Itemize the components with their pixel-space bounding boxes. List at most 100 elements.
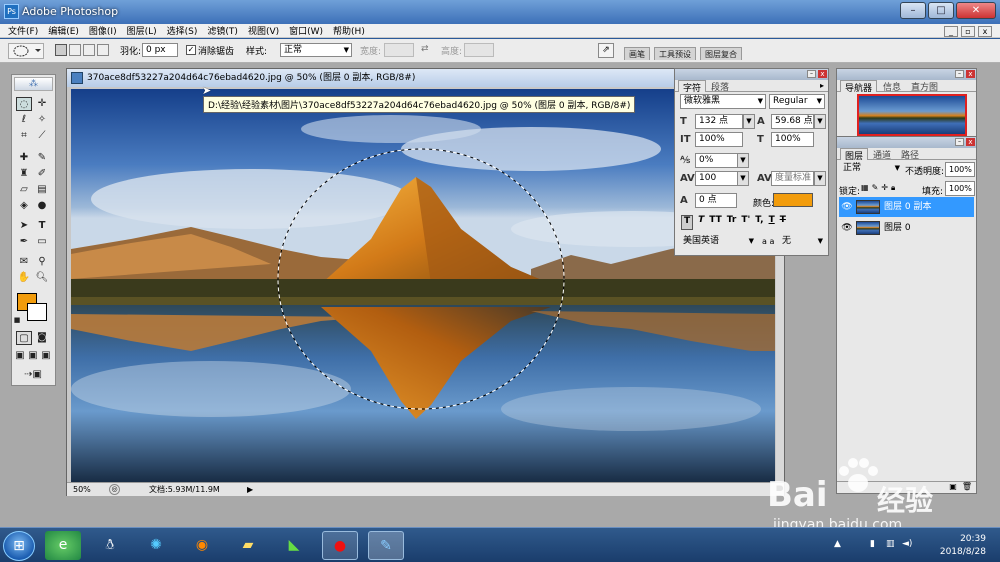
font-style-select[interactable]: Regular ▼: [769, 94, 825, 109]
standard-mode-icon[interactable]: ▢: [16, 331, 32, 345]
kerning-input[interactable]: 100: [695, 171, 743, 186]
menu-edit[interactable]: 编辑(E): [48, 24, 79, 37]
layer-row[interactable]: 👁︎ 图层 0: [839, 218, 974, 238]
menu-view[interactable]: 视图(V): [248, 24, 279, 37]
screen-mode-full-icon[interactable]: ▣: [40, 349, 52, 363]
height-input[interactable]: [464, 43, 494, 57]
history-brush-tool-icon[interactable]: ✐: [34, 167, 50, 181]
delete-layer-icon[interactable]: 🗑︎: [962, 482, 972, 494]
swap-icon[interactable]: ⇄: [421, 44, 429, 54]
well-tab-tool-presets[interactable]: 工具预设: [654, 47, 696, 60]
menu-file[interactable]: 文件(F): [8, 24, 38, 37]
menu-window[interactable]: 窗口(W): [289, 24, 323, 37]
underline-button[interactable]: T: [769, 215, 775, 230]
antialias-checkbox[interactable]: ✓: [186, 45, 196, 55]
tab-paragraph[interactable]: 段落: [707, 80, 733, 93]
image-canvas[interactable]: [71, 89, 775, 482]
minimize-button[interactable]: –: [900, 2, 926, 19]
qq-icon[interactable]: 🐧︎: [92, 531, 128, 560]
tray-expand-icon[interactable]: ▲: [834, 539, 841, 549]
menu-select[interactable]: 选择(S): [167, 24, 198, 37]
font-size-dropdown[interactable]: ▼: [743, 114, 755, 129]
opacity-input[interactable]: 100%: [945, 162, 975, 177]
firefox-icon[interactable]: ◉: [184, 531, 220, 560]
tab-histogram[interactable]: 直方图: [907, 80, 942, 93]
volume-icon[interactable]: ◄): [902, 539, 912, 549]
panel-close-button[interactable]: x: [818, 70, 827, 78]
width-input[interactable]: [384, 43, 414, 57]
intersect-selection-icon[interactable]: [97, 44, 109, 56]
strikethrough-button[interactable]: T: [780, 215, 786, 230]
ie-icon[interactable]: e: [45, 531, 81, 560]
panel-menu-icon[interactable]: ▸: [820, 81, 824, 90]
panel-minimize-button[interactable]: –: [807, 70, 816, 78]
layer-visibility-eye-icon[interactable]: 👁︎: [841, 221, 853, 235]
dodge-tool-icon[interactable]: ●: [34, 199, 50, 213]
horizontal-scale-input[interactable]: 100%: [771, 132, 814, 147]
kerning-method-select[interactable]: 度量标准: [771, 171, 814, 186]
doc-minimize-button[interactable]: _: [944, 26, 958, 37]
media-icon[interactable]: ✺: [138, 531, 174, 560]
menu-filter[interactable]: 滤镜(T): [207, 24, 238, 37]
panel-close-button[interactable]: x: [966, 138, 975, 146]
well-tab-brushes[interactable]: 画笔: [624, 47, 650, 60]
subscript-button[interactable]: T,: [755, 215, 763, 230]
small-caps-button[interactable]: Tr: [727, 215, 737, 230]
menu-image[interactable]: 图像(I): [89, 24, 117, 37]
layer-visibility-eye-icon[interactable]: 👁︎: [841, 200, 853, 214]
fill-input[interactable]: 100%: [945, 181, 975, 196]
background-color-swatch[interactable]: [27, 303, 47, 321]
tab-info[interactable]: 信息: [879, 80, 905, 93]
lock-position-icon[interactable]: ✛: [881, 183, 888, 193]
screen-mode-full-menu-icon[interactable]: ▣: [27, 349, 39, 363]
record-icon[interactable]: ●: [322, 531, 358, 560]
maximize-button[interactable]: □: [928, 2, 954, 19]
gradient-tool-icon[interactable]: ▤: [34, 183, 50, 197]
shape-tool-icon[interactable]: ▭: [34, 235, 50, 249]
photoshop-icon[interactable]: ✎: [368, 531, 404, 560]
healing-brush-tool-icon[interactable]: ✚: [16, 151, 32, 165]
all-caps-button[interactable]: TT: [709, 215, 722, 230]
zoom-icon[interactable]: ◎: [109, 484, 120, 495]
leading-input[interactable]: 59.68 点: [771, 114, 814, 129]
tab-character[interactable]: 字符: [678, 80, 707, 94]
feather-logo-icon[interactable]: ⁂: [14, 77, 53, 91]
blur-tool-icon[interactable]: ◈: [16, 199, 32, 213]
superscript-button[interactable]: T': [741, 215, 750, 230]
lock-image-icon[interactable]: ✎: [872, 183, 879, 193]
text-color-swatch[interactable]: [773, 193, 813, 207]
leading-dropdown[interactable]: ▼: [814, 114, 826, 129]
quick-mask-icon[interactable]: ◙: [34, 331, 50, 345]
panel-minimize-button[interactable]: –: [955, 70, 964, 78]
add-selection-icon[interactable]: [69, 44, 81, 56]
panel-minimize-button[interactable]: –: [955, 138, 964, 146]
lock-all-icon[interactable]: 🔒︎: [891, 183, 895, 193]
notes-tool-icon[interactable]: ✉: [16, 255, 32, 269]
tab-paths[interactable]: 路径: [897, 148, 923, 161]
default-colors-icon[interactable]: ■: [12, 313, 22, 327]
language-select[interactable]: 美国英语 ▼: [680, 235, 756, 250]
zoom-tool-icon[interactable]: 🔍︎: [34, 271, 50, 285]
kerning-method-dropdown[interactable]: ▼: [814, 171, 826, 186]
tab-layers[interactable]: 图层: [840, 148, 869, 162]
file-browser-icon[interactable]: ⇗: [598, 43, 614, 58]
doc-restore-button[interactable]: ▫: [961, 26, 975, 37]
tab-navigator[interactable]: 导航器: [840, 80, 878, 94]
jump-to-imageready-icon[interactable]: ⇢▣: [16, 368, 50, 382]
font-family-select[interactable]: 微软雅黑 ▼: [680, 94, 766, 109]
menu-help[interactable]: 帮助(H): [333, 24, 365, 37]
new-selection-icon[interactable]: [55, 44, 67, 56]
eraser-tool-icon[interactable]: ▱: [16, 183, 32, 197]
zoom-level[interactable]: 50%: [73, 483, 91, 496]
pen-tool-icon[interactable]: ✒: [16, 235, 32, 249]
screen-mode-standard-icon[interactable]: ▣: [14, 349, 26, 363]
antialias-method-select[interactable]: 无 ▼: [779, 235, 825, 250]
folder-icon[interactable]: ▰: [230, 531, 266, 560]
lock-transparent-icon[interactable]: ▦: [861, 183, 869, 193]
subtract-selection-icon[interactable]: [83, 44, 95, 56]
tab-channels[interactable]: 通道: [869, 148, 895, 161]
kerning-dropdown[interactable]: ▼: [737, 171, 749, 186]
faux-bold-button[interactable]: T: [681, 215, 694, 230]
menu-layer[interactable]: 图层(L): [127, 24, 157, 37]
app-icon[interactable]: ◣: [276, 531, 312, 560]
